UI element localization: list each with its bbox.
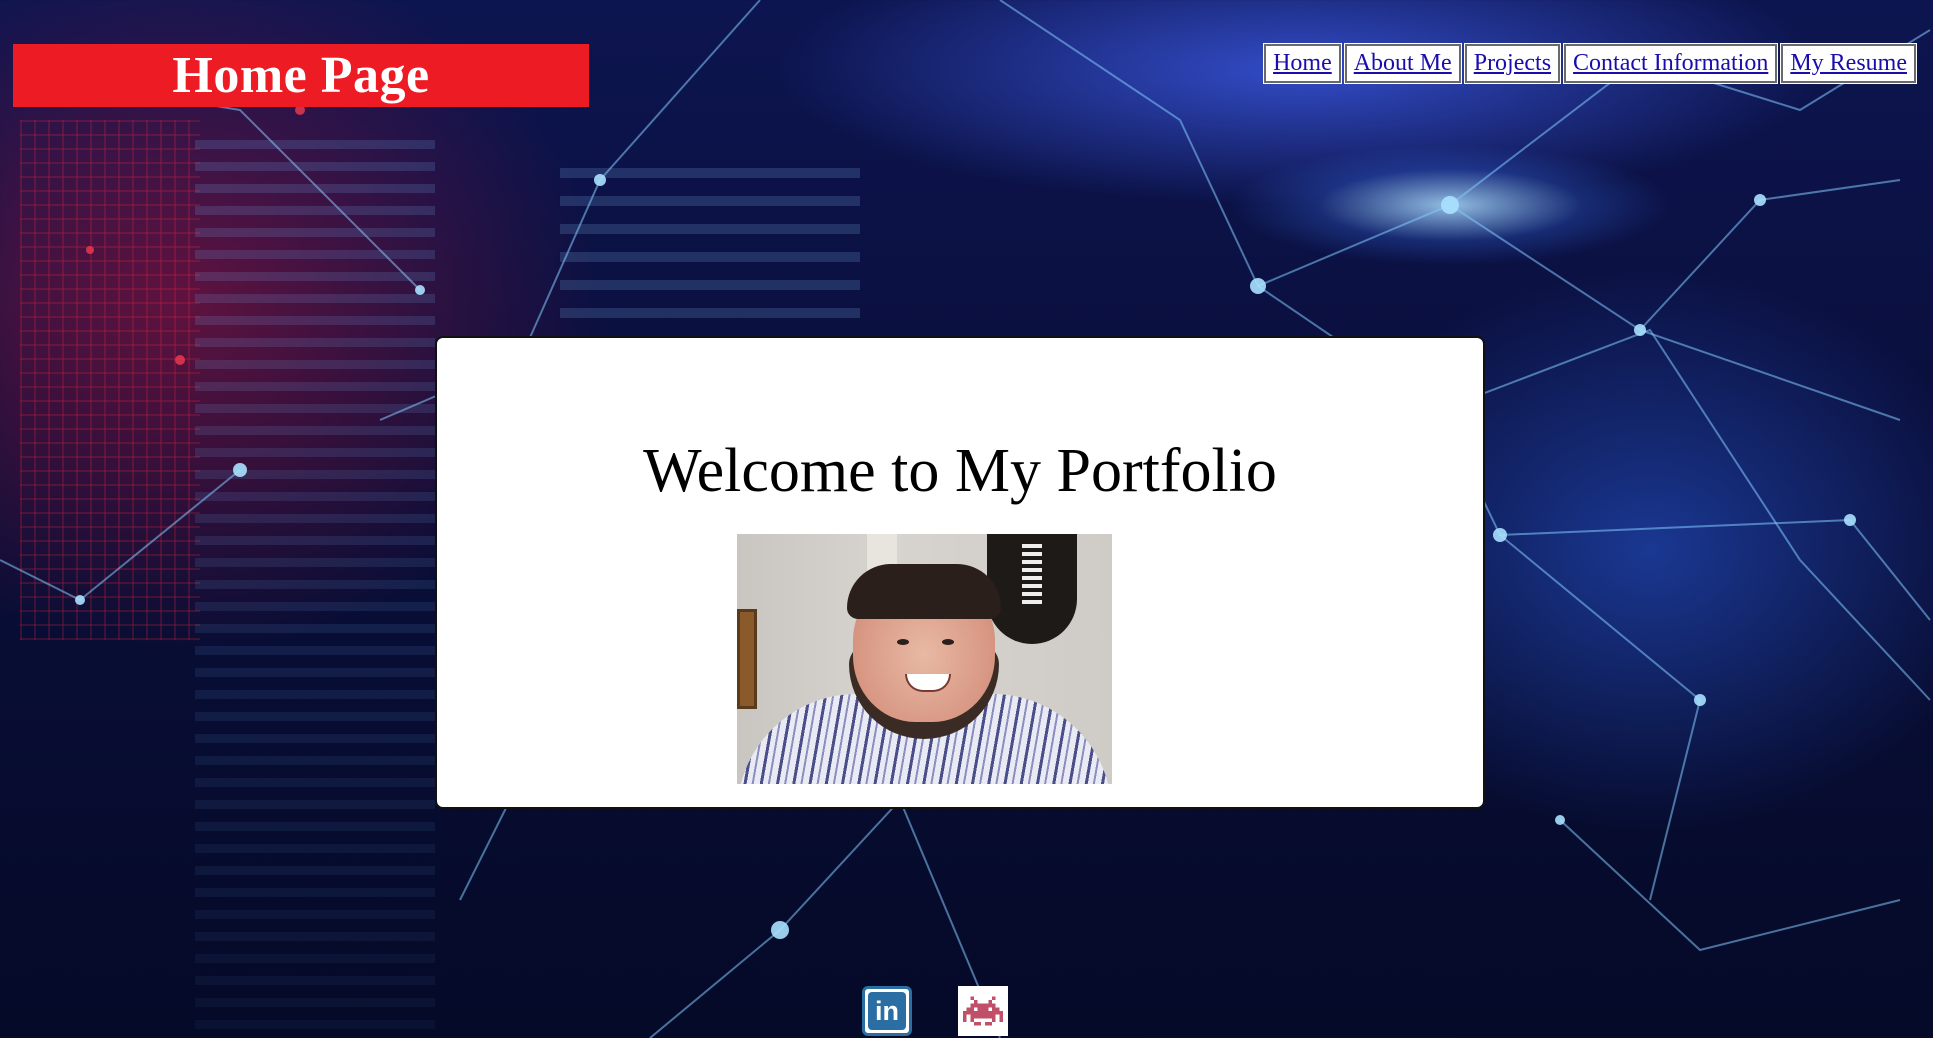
nav-link-my-resume[interactable]: My Resume xyxy=(1780,43,1917,84)
nav-link-about-me[interactable]: About Me xyxy=(1343,43,1462,84)
background-code-pattern xyxy=(195,140,435,1038)
welcome-heading: Welcome to My Portfolio xyxy=(643,437,1277,505)
linkedin-icon[interactable]: in xyxy=(862,986,912,1036)
page-title: Home Page xyxy=(172,46,430,104)
header-banner: Home Page xyxy=(13,44,589,107)
background-red-grid xyxy=(20,120,200,640)
photo-wall-shield xyxy=(987,534,1077,644)
nav-link-contact-information[interactable]: Contact Information xyxy=(1563,43,1779,84)
space-invader-icon[interactable] xyxy=(958,986,1008,1036)
linkedin-icon-label: in xyxy=(868,992,906,1030)
nav-link-home[interactable]: Home xyxy=(1263,43,1342,84)
profile-photo xyxy=(737,534,1112,784)
top-nav: Home About Me Projects Contact Informati… xyxy=(1263,43,1917,84)
photo-eye-left xyxy=(897,639,909,645)
photo-hair xyxy=(847,564,1001,619)
social-links: in xyxy=(862,986,1008,1036)
background-code-pattern-top xyxy=(560,168,860,338)
photo-eye-right xyxy=(942,639,954,645)
nav-link-projects[interactable]: Projects xyxy=(1463,43,1562,84)
space-invader-icon-graphic xyxy=(963,996,1003,1026)
photo-wall-frame xyxy=(737,609,757,709)
welcome-card: Welcome to My Portfolio xyxy=(435,336,1485,809)
